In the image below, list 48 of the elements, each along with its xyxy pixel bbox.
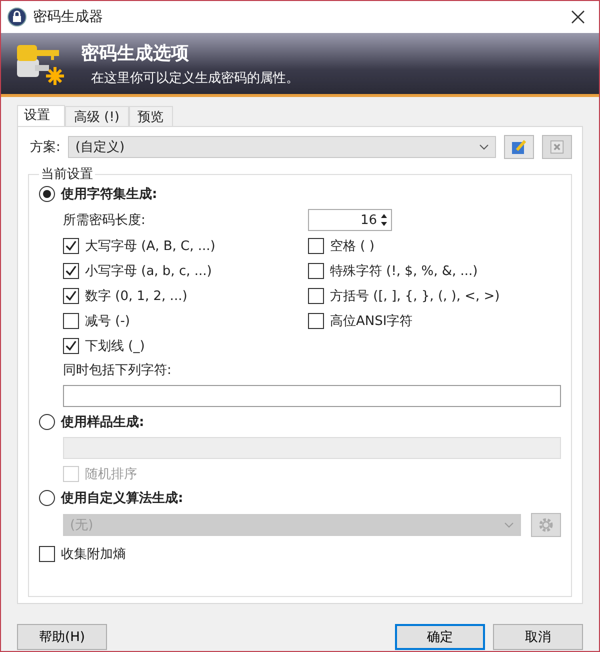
include-label: 同时包括下列字符: [63, 362, 172, 379]
radio-button[interactable] [39, 414, 55, 430]
checkbox-label: 收集附加熵 [61, 546, 126, 563]
checkbox[interactable] [63, 338, 79, 354]
radio-button[interactable] [39, 490, 55, 506]
profile-label: 方案: [30, 139, 60, 156]
header-title: 密码生成选项 [81, 42, 190, 64]
radio-label: 使用字符集生成: [61, 186, 158, 203]
radio-label: 使用样品生成: [61, 414, 144, 431]
tab[interactable]: 设置 [17, 105, 65, 126]
close-icon[interactable] [571, 10, 585, 24]
checkbox-label: 数字 (0, 1, 2, ...) [85, 288, 188, 305]
ok-button[interactable]: 确定 [395, 624, 485, 650]
checkbox[interactable] [308, 313, 324, 329]
checkbox[interactable] [308, 238, 324, 254]
window-title: 密码生成器 [33, 8, 104, 26]
profile-dropdown[interactable]: (自定义) [68, 136, 496, 158]
checkbox[interactable] [308, 288, 324, 304]
header-subtitle: 在这里你可以定义生成密码的属性。 [90, 70, 299, 86]
cancel-button[interactable]: 取消 [493, 624, 583, 650]
length-label: 所需密码长度: [63, 212, 146, 229]
checkbox-label: 减号 (-) [85, 313, 130, 330]
checkbox-label: 空格 ( ) [330, 238, 374, 255]
checkbox[interactable] [63, 263, 79, 279]
checkbox[interactable] [39, 546, 55, 562]
edit-icon[interactable] [504, 135, 534, 159]
input-field[interactable] [63, 385, 561, 407]
length-spinner[interactable]: 16 [308, 209, 392, 231]
checkbox-label: 特殊字符 (!, $, %, &, ...) [330, 263, 478, 280]
checkbox-label: 随机排序 [85, 466, 137, 483]
radio-label: 使用自定义算法生成: [61, 490, 184, 507]
lock-icon [7, 7, 27, 27]
checkbox-label: 方括号 ([, ], {, }, (, ), <, >) [330, 288, 500, 305]
checkbox[interactable] [308, 263, 324, 279]
checkbox[interactable] [63, 238, 79, 254]
tab[interactable]: 高级 (!) [65, 106, 128, 126]
help-button[interactable]: 帮助(H) [17, 624, 107, 650]
checkbox-label: 小写字母 (a, b, c, ...) [85, 263, 212, 280]
radio-button[interactable] [39, 186, 55, 202]
checkbox[interactable] [63, 288, 79, 304]
checkbox-label: 大写字母 (A, B, C, ...) [85, 238, 216, 255]
checkbox[interactable] [63, 313, 79, 329]
checkbox-label: 下划线 (_) [85, 338, 145, 355]
chevron-icon [504, 522, 514, 528]
tab[interactable]: 预览 [128, 106, 172, 126]
group-title: 当前设置 [40, 166, 94, 183]
checkbox-label: 高位ANSI字符 [330, 313, 413, 330]
chevron-icon [479, 144, 489, 150]
